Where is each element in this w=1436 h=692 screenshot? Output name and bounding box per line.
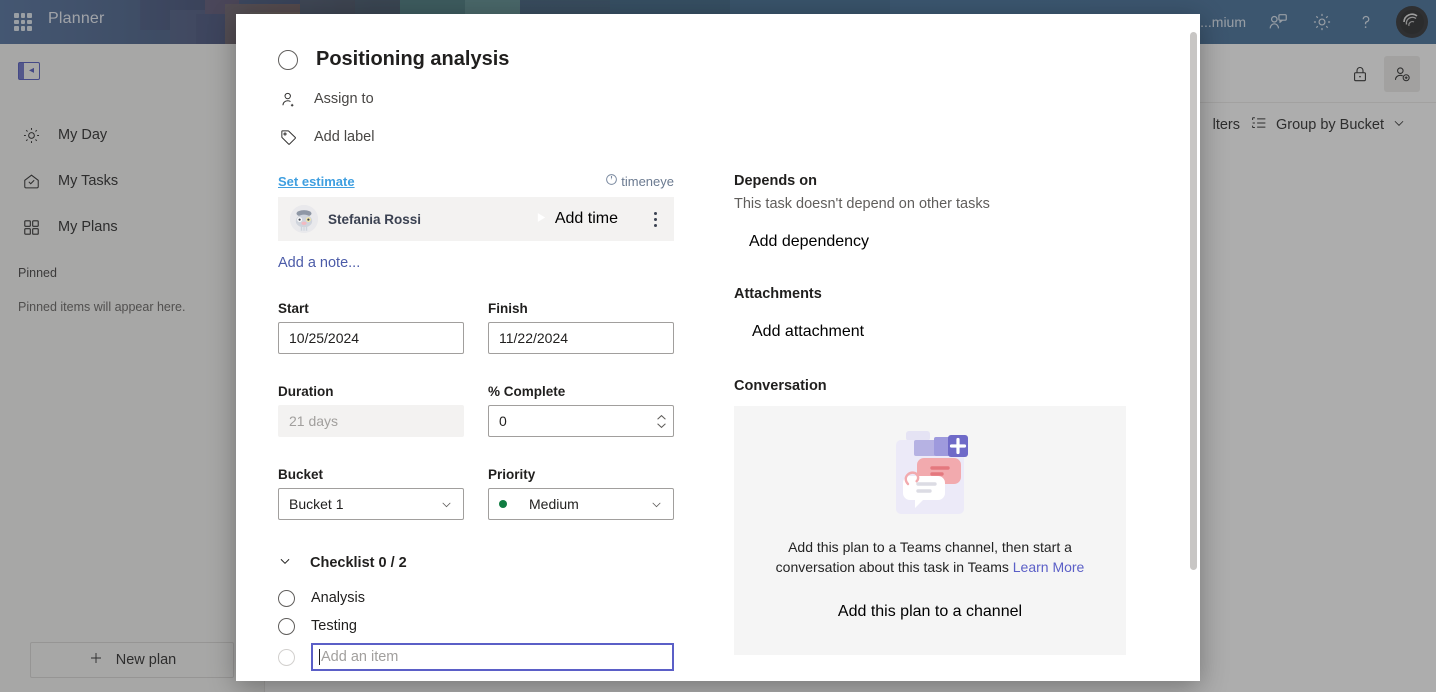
set-estimate-link[interactable]: Set estimate [278,174,355,189]
task-complete-circle-icon[interactable] [278,50,298,70]
start-field: Start 10/25/2024 [278,301,464,354]
start-input[interactable]: 10/25/2024 [278,322,464,354]
date-fields-row: Start 10/25/2024 Finish 11/22/2024 [278,301,674,354]
checklist-checkbox-icon[interactable] [278,618,295,635]
teams-folder-chat-illustration [876,426,984,527]
task-title-row: Positioning analysis [278,48,1152,71]
checklist-checkbox-icon [278,649,295,666]
learn-more-link[interactable]: Learn More [1013,559,1085,575]
checklist-checkbox-icon[interactable] [278,590,295,607]
assign-to-row[interactable]: Assign to [278,89,1152,109]
finish-label: Finish [488,301,674,316]
finish-input[interactable]: 11/22/2024 [488,322,674,354]
conversation-line-2: conversation about this task in Teams [776,559,1009,575]
dialog-columns: Set estimate timeneye [278,173,1152,671]
screen-root: Planner ...mium [0,0,1436,692]
checklist-add-row: Add an item [278,643,674,671]
add-person-icon [278,89,298,109]
dialog-left-column: Set estimate timeneye [278,173,674,671]
timeneye-entry-card: Stefania Rossi Add time [278,197,674,241]
add-checklist-item-input[interactable]: Add an item [311,643,674,671]
tag-icon [278,127,298,147]
duration-percent-row: Duration 21 days % Complete 0 [278,384,674,437]
depends-on-heading: Depends on [734,173,1126,189]
quantity-stepper[interactable] [649,406,673,436]
dialog-body: Positioning analysis Assign to [236,14,1186,681]
checklist-heading-label: Checklist 0 / 2 [310,555,407,571]
checklist-item-label: Analysis [311,590,365,606]
percent-complete-field: % Complete 0 [488,384,674,437]
add-dependency-button: Add dependency [734,226,884,258]
bucket-priority-row: Bucket Bucket 1 Priority [278,467,674,520]
add-plan-to-channel-button[interactable]: Add this plan to a channel [816,595,1044,629]
chevron-down-icon [278,554,292,572]
checklist-items: Analysis Testing Add an item [278,584,674,671]
percent-complete-input[interactable]: 0 [488,405,674,437]
add-time-label: Add time [555,210,618,228]
bucket-value: Bucket 1 [289,496,343,512]
timeneye-header: Set estimate timeneye [278,173,674,189]
conversation-body-text: Add this plan to a Teams channel, then s… [776,537,1085,577]
finish-field: Finish 11/22/2024 [488,301,674,354]
timeneye-user-name: Stefania Rossi [328,212,512,227]
add-attachment-button[interactable]: Add attachment [734,316,882,348]
add-label-row[interactable]: Add label [278,127,1152,147]
duration-input: 21 days [278,405,464,437]
add-checklist-item-placeholder: Add an item [321,649,398,665]
add-label-label: Add label [314,129,374,145]
priority-value: Medium [529,496,579,512]
assign-to-label: Assign to [314,91,374,107]
priority-field: Priority Medium [488,467,674,520]
dialog-scrollbar-track[interactable] [1186,14,1200,681]
conversation-heading: Conversation [734,378,1126,394]
play-triangle-icon [536,210,547,228]
checklist-item-label: Testing [311,618,357,634]
dialog-scrollbar-thumb[interactable] [1190,32,1197,570]
depends-on-empty-text: This task doesn't depend on other tasks [734,196,1126,212]
conversation-empty-card: Add this plan to a Teams channel, then s… [734,406,1126,655]
checklist-header[interactable]: Checklist 0 / 2 [278,554,674,572]
duration-label: Duration [278,384,464,399]
bucket-field: Bucket Bucket 1 [278,467,464,520]
attachments-heading: Attachments [734,286,1126,302]
dialog-right-column: Depends on This task doesn't depend on o… [734,173,1126,671]
percent-complete-value: 0 [499,413,649,429]
priority-select[interactable]: Medium [488,488,674,520]
start-label: Start [278,301,464,316]
percent-complete-label: % Complete [488,384,674,399]
bucket-select[interactable]: Bucket 1 [278,488,464,520]
timeneye-clock-icon [605,173,618,189]
task-title[interactable]: Positioning analysis [316,48,509,71]
bucket-label: Bucket [278,467,464,482]
priority-status-dot [499,500,507,508]
priority-label: Priority [488,467,674,482]
timeneye-brand: timeneye [605,173,674,189]
text-caret [319,649,320,665]
list-item[interactable]: Testing [278,612,674,640]
chevron-down-icon [440,498,453,511]
list-item[interactable]: Analysis [278,584,674,612]
chevron-down-icon [650,498,663,511]
timeneye-logo-text: timeneye [621,174,674,189]
duration-field: Duration 21 days [278,384,464,437]
add-time-button[interactable]: Add time [522,204,632,234]
cat-avatar-icon [290,205,318,233]
kebab-menu-icon[interactable] [642,204,668,234]
task-details-dialog: Positioning analysis Assign to [236,14,1200,681]
add-note-link[interactable]: Add a note... [278,255,674,271]
conversation-line-1: Add this plan to a Teams channel, then s… [788,539,1072,555]
